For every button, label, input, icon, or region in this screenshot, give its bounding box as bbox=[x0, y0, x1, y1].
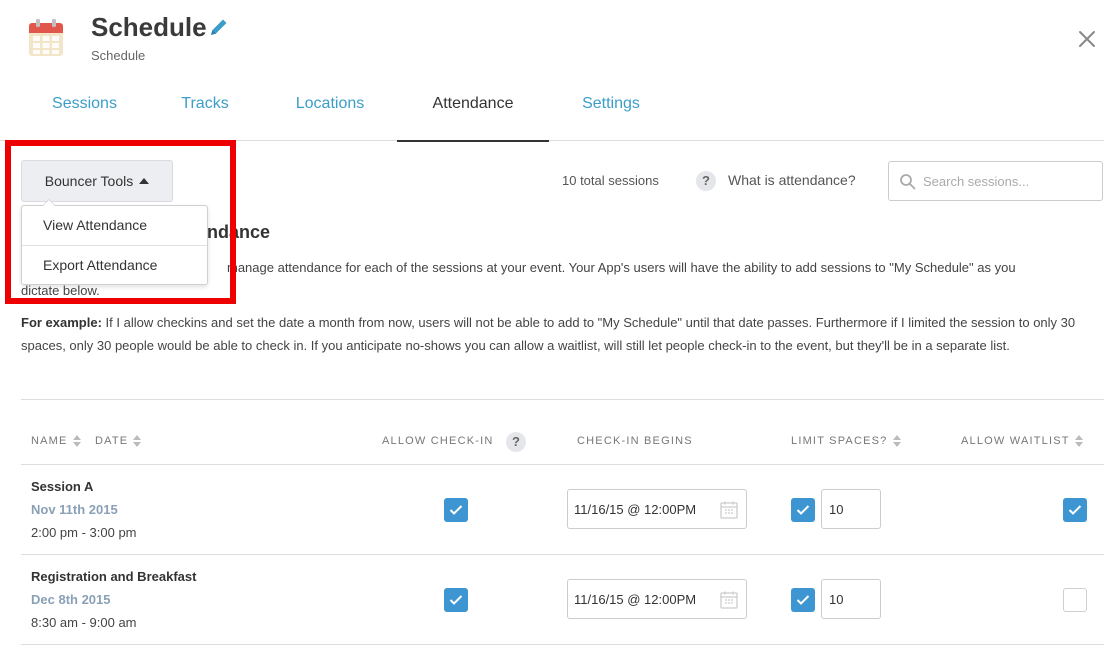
column-header-allow-checkin: ALLOW CHECK-IN bbox=[382, 435, 494, 447]
calendar-picker-icon[interactable] bbox=[720, 591, 738, 609]
allow-checkin-checkbox[interactable] bbox=[444, 498, 468, 522]
checkin-begins-field[interactable]: 11/16/15 @ 12:00PM bbox=[567, 489, 747, 529]
allow-waitlist-checkbox[interactable] bbox=[1063, 498, 1087, 522]
calendar-picker-icon[interactable] bbox=[720, 501, 738, 519]
tab-locations[interactable]: Locations bbox=[270, 70, 390, 141]
column-header-date[interactable]: DATE bbox=[95, 435, 142, 447]
total-sessions-count: 10 total sessions bbox=[562, 173, 659, 188]
session-time: 8:30 am - 9:00 am bbox=[31, 615, 137, 630]
checkmark-icon bbox=[1068, 505, 1082, 515]
column-header-limit-spaces[interactable]: LIMIT SPACES? bbox=[791, 435, 901, 447]
allow-waitlist-checkbox[interactable] bbox=[1063, 588, 1087, 612]
column-header-name[interactable]: NAME bbox=[31, 435, 81, 447]
row-divider bbox=[21, 464, 1104, 465]
checkmark-icon bbox=[449, 595, 463, 605]
session-date: Nov 11th 2015 bbox=[31, 502, 118, 517]
row-divider bbox=[21, 554, 1104, 555]
tab-sessions[interactable]: Sessions bbox=[28, 70, 141, 141]
menu-item-view-attendance[interactable]: View Attendance bbox=[22, 206, 207, 245]
session-name: Registration and Breakfast bbox=[31, 569, 197, 584]
column-header-allow-waitlist[interactable]: ALLOW WAITLIST bbox=[961, 435, 1083, 447]
checkin-help-icon[interactable]: ? bbox=[506, 432, 526, 452]
bouncer-tools-menu: View Attendance Export Attendance bbox=[21, 199, 208, 285]
menu-item-export-attendance[interactable]: Export Attendance bbox=[22, 245, 207, 284]
session-name: Session A bbox=[31, 479, 94, 494]
attendance-example: For example: If I allow checkins and set… bbox=[21, 311, 1107, 357]
checkmark-icon bbox=[796, 505, 810, 515]
close-icon[interactable] bbox=[1076, 28, 1098, 50]
checkin-begins-field[interactable]: 11/16/15 @ 12:00PM bbox=[567, 579, 747, 619]
spaces-input[interactable]: 10 bbox=[821, 489, 881, 529]
tab-attendance[interactable]: Attendance bbox=[397, 70, 549, 142]
column-header-checkin-begins: CHECK-IN BEGINS bbox=[577, 435, 693, 447]
calendar-icon bbox=[29, 19, 63, 56]
bouncer-tools-label: Bouncer Tools bbox=[44, 173, 134, 189]
caret-up-icon bbox=[139, 178, 150, 184]
session-date: Dec 8th 2015 bbox=[31, 592, 111, 607]
checkmark-icon bbox=[449, 505, 463, 515]
sort-icon bbox=[892, 435, 901, 447]
search-input[interactable] bbox=[923, 162, 1098, 200]
page-title: Schedule bbox=[91, 12, 207, 42]
page-subtitle: Schedule bbox=[91, 48, 146, 63]
checkmark-icon bbox=[796, 595, 810, 605]
limit-spaces-checkbox[interactable] bbox=[791, 588, 815, 612]
sort-icon bbox=[133, 435, 142, 447]
help-icon[interactable]: ? bbox=[696, 171, 716, 191]
pencil-icon[interactable] bbox=[208, 16, 230, 38]
sort-icon bbox=[1074, 435, 1083, 447]
sort-icon bbox=[72, 435, 81, 447]
search-icon bbox=[900, 174, 916, 190]
tab-bar: Sessions Tracks Locations Attendance Set… bbox=[0, 70, 1104, 142]
tab-tracks[interactable]: Tracks bbox=[155, 70, 255, 141]
bouncer-tools-button[interactable]: Bouncer Tools bbox=[21, 160, 173, 202]
allow-checkin-checkbox[interactable] bbox=[444, 588, 468, 612]
session-time: 2:00 pm - 3:00 pm bbox=[31, 525, 137, 540]
divider bbox=[21, 399, 1104, 400]
spaces-input[interactable]: 10 bbox=[821, 579, 881, 619]
example-text: If I allow checkins and set the date a m… bbox=[21, 315, 1076, 353]
limit-spaces-checkbox[interactable] bbox=[791, 498, 815, 522]
what-is-attendance-link[interactable]: What is attendance? bbox=[728, 172, 856, 188]
tab-settings[interactable]: Settings bbox=[560, 70, 662, 141]
example-label: For example: bbox=[21, 315, 102, 330]
search-box bbox=[888, 161, 1103, 201]
